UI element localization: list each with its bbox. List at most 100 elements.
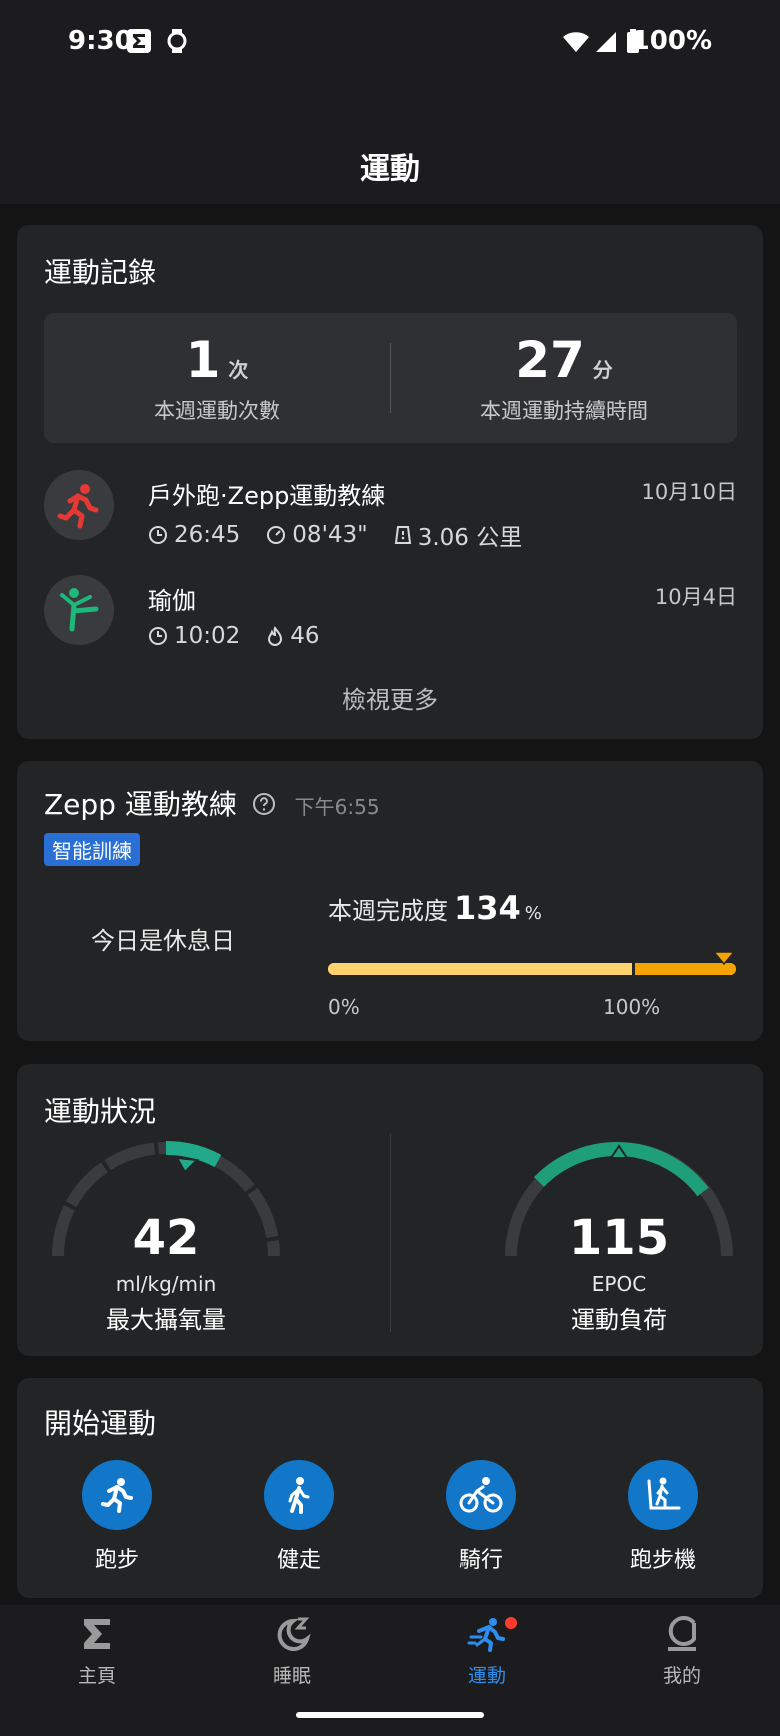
cycling-icon (446, 1460, 516, 1530)
sport-button-running[interactable]: 跑步 (57, 1460, 177, 1574)
vo2max-marker-icon (175, 1156, 200, 1174)
nav-label: 主頁 (77, 1665, 116, 1687)
completion-label-text: 本週完成度 (328, 897, 448, 925)
axis-end: 100% (603, 995, 661, 1019)
record-duration-value: 26:45 (174, 522, 241, 548)
record-distance: 3.06 公里 (394, 518, 523, 552)
weekly-count-label: 本週運動次數 (154, 399, 280, 423)
training-load-unit: EPOC (591, 1272, 647, 1296)
battery-level: 100% (631, 26, 712, 56)
running-icon (44, 470, 114, 540)
pace-icon (267, 526, 286, 544)
coach-title: Zepp 運動教練 下午6:55 (44, 783, 380, 823)
training-status-card[interactable]: 運動狀況 42 ml/kg/min 最大攝氧量 115 EPOC 運動負荷 (17, 1064, 763, 1356)
distance-icon (394, 526, 411, 544)
view-more-link[interactable]: 檢視更多 (17, 680, 763, 715)
treadmill-icon (628, 1460, 698, 1530)
weekly-completion-label: 本週完成度 134% (328, 889, 542, 927)
record-pace-value: 08'43" (292, 522, 368, 548)
status-title: 運動狀況 (44, 1095, 157, 1128)
signal-icon (594, 28, 618, 58)
sigma-icon (84, 1619, 110, 1649)
completion-marker-icon (712, 951, 736, 966)
walking-icon (264, 1460, 334, 1530)
vo2max-gauge[interactable]: 42 ml/kg/min 最大攝氧量 (50, 1134, 350, 1334)
status-time: 9:30 (68, 26, 133, 56)
bottom-navigation: 主頁 睡眠 運動 我的 (0, 1605, 780, 1693)
record-duration-value: 10:02 (174, 623, 241, 649)
records-title: 運動記錄 (44, 256, 157, 289)
coach-title-text: Zepp 運動教練 (44, 788, 237, 821)
sport-label: 健走 (276, 1548, 321, 1573)
sport-label: 跑步 (94, 1548, 139, 1573)
weekly-count: 1次 本週運動次數 (44, 313, 390, 443)
nav-item-home[interactable]: 主頁 (37, 1615, 157, 1688)
record-stats: 10:02 46 (148, 623, 320, 649)
clock-icon (149, 526, 167, 544)
clock-icon (149, 627, 167, 645)
sport-button-treadmill[interactable]: 跑步機 (603, 1460, 723, 1574)
nav-label: 運動 (467, 1665, 506, 1687)
axis-start: 0% (328, 995, 360, 1019)
record-calories-value: 46 (290, 623, 320, 649)
gesture-bar (0, 1693, 780, 1736)
profile-icon (668, 1616, 696, 1651)
record-name: 戶外跑·Zepp運動教練 (148, 482, 386, 510)
record-pace: 08'43" (266, 518, 368, 552)
completion-value: 134 (454, 889, 521, 927)
weekly-duration-label: 本週運動持續時間 (480, 399, 648, 423)
nav-item-profile[interactable]: 我的 (622, 1615, 742, 1688)
nav-label: 睡眠 (272, 1665, 311, 1687)
weekly-duration: 27 分 本週運動持續時間 (391, 313, 737, 443)
home-indicator[interactable] (296, 1712, 484, 1718)
wifi-icon (562, 28, 590, 58)
moon-icon (277, 1617, 311, 1651)
weekly-summary: 1次 本週運動次數 27 分 本週運動持續時間 (44, 313, 737, 443)
record-distance-value: 3.06 公里 (417, 525, 523, 551)
completion-progress-bar (328, 963, 736, 975)
sport-label: 騎行 (458, 1548, 503, 1573)
running-icon (82, 1460, 152, 1530)
sport-button-walking[interactable]: 健走 (239, 1460, 359, 1574)
status-bar: 9:30 100% (0, 0, 780, 88)
page-header: 運動 (0, 88, 780, 204)
status-divider (390, 1134, 391, 1332)
flame-icon (268, 626, 283, 646)
vo2max-unit: ml/kg/min (115, 1272, 217, 1296)
training-load-gauge[interactable]: 115 EPOC 運動負荷 (503, 1134, 780, 1334)
record-duration: 26:45 (148, 518, 240, 552)
record-duration: 10:02 (148, 623, 240, 649)
record-calories: 46 (266, 623, 320, 649)
record-date: 10月10日 (641, 480, 737, 504)
coach-card[interactable]: Zepp 運動教練 下午6:55 智能訓練 今日是休息日 本週完成度 134% 0… (17, 761, 763, 1041)
vo2max-label: 最大攝氧量 (106, 1306, 226, 1334)
vo2max-value: 42 (132, 1210, 200, 1266)
workout-records-card[interactable]: 運動記錄 1次 本週運動次數 27 分 本週運動持續時間 戶外跑·Zepp運動教練… (17, 225, 763, 739)
smart-training-badge: 智能訓練 (44, 833, 140, 866)
completion-unit: % (524, 903, 542, 924)
start-title: 開始運動 (44, 1407, 157, 1440)
nav-item-workout[interactable]: 運動 (427, 1615, 547, 1688)
record-date: 10月4日 (654, 585, 737, 609)
yoga-icon (44, 575, 114, 645)
record-item-outdoor-run[interactable]: 戶外跑·Zepp運動教練 10月10日 26:45 08'43" 3.06 公里 (44, 470, 737, 552)
weekly-duration-value: 27 (515, 331, 585, 389)
weekly-count-value: 1 (185, 331, 221, 389)
record-name: 瑜伽 (148, 587, 196, 615)
workout-icon (467, 1618, 505, 1652)
start-workout-card: 開始運動 跑步 健走 騎行 跑步機 (17, 1378, 763, 1598)
sigma-app-icon (126, 28, 152, 58)
sport-label: 跑步機 (629, 1548, 696, 1573)
sport-button-cycling[interactable]: 騎行 (421, 1460, 541, 1574)
record-item-yoga[interactable]: 瑜伽 10月4日 10:02 46 (44, 575, 737, 655)
completion-fill (328, 963, 632, 975)
help-icon[interactable] (252, 792, 276, 816)
nav-item-sleep[interactable]: 睡眠 (232, 1615, 352, 1688)
coach-update-time: 下午6:55 (294, 795, 380, 819)
weekly-count-unit: 次 (228, 358, 249, 382)
rest-day-text: 今日是休息日 (91, 927, 235, 955)
notification-dot (505, 1617, 517, 1629)
completion-100-tick (632, 963, 635, 975)
page-title: 運動 (360, 152, 420, 187)
nav-label: 我的 (662, 1665, 701, 1687)
